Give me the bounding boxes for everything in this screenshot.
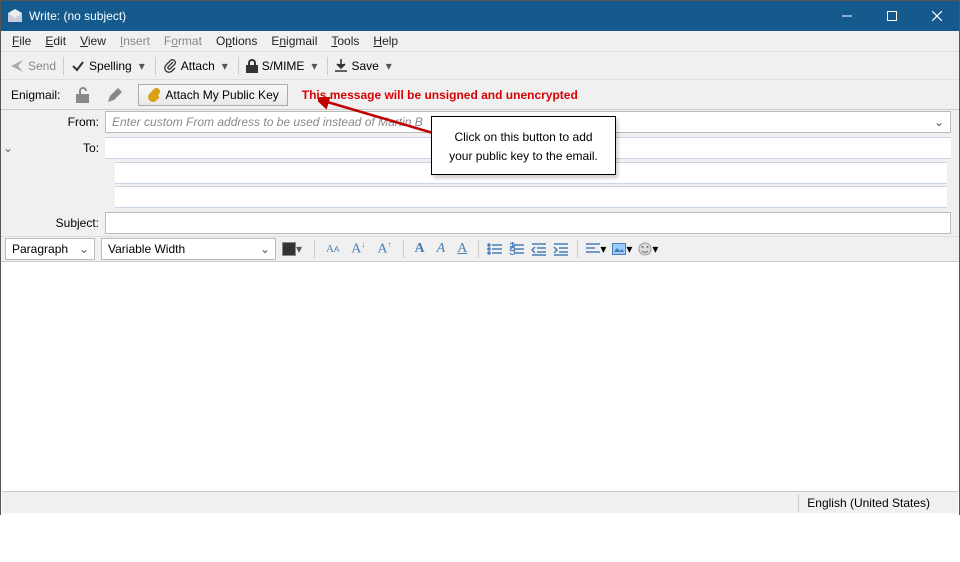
to-label[interactable]: To: bbox=[15, 141, 105, 155]
enigmail-toolbar: Enigmail: Attach My Public Key This mess… bbox=[1, 80, 959, 110]
statusbar: English (United States) bbox=[2, 491, 958, 513]
send-icon bbox=[10, 59, 24, 73]
annotation-text: Click on this button to add your public … bbox=[449, 130, 598, 163]
menu-help[interactable]: Help bbox=[366, 32, 405, 50]
save-button[interactable]: Save ▾ bbox=[330, 56, 399, 76]
format-toolbar: Paragraph ⌄ Variable Width ⌄ ▾ AA A↓ A↑ … bbox=[1, 236, 959, 262]
attach-label: Attach bbox=[181, 59, 215, 73]
attach-public-key-button[interactable]: Attach My Public Key bbox=[138, 84, 287, 106]
subject-label: Subject: bbox=[15, 216, 105, 230]
check-icon bbox=[71, 59, 85, 73]
chevron-down-icon: ⌄ bbox=[79, 242, 89, 256]
smime-label: S/MIME bbox=[262, 59, 305, 73]
indent-button[interactable] bbox=[553, 242, 569, 256]
font-size-increase-button[interactable]: A↑ bbox=[374, 238, 394, 260]
menu-enigmail[interactable]: Enigmail bbox=[264, 32, 324, 50]
key-attach-icon bbox=[147, 88, 161, 102]
annotation-arrow bbox=[318, 97, 438, 147]
attach-public-key-label: Attach My Public Key bbox=[165, 88, 278, 102]
color-swatch-icon bbox=[282, 242, 296, 256]
minimize-button[interactable] bbox=[824, 1, 869, 31]
from-dropdown-icon[interactable]: ⌄ bbox=[934, 115, 944, 129]
spelling-button[interactable]: Spelling ▾ bbox=[66, 56, 153, 76]
lock-icon bbox=[246, 59, 258, 73]
maximize-button[interactable] bbox=[869, 1, 914, 31]
spelling-label: Spelling bbox=[89, 59, 132, 73]
menubar: File Edit View Insert Format Options Eni… bbox=[1, 31, 959, 52]
enigmail-label: Enigmail: bbox=[11, 88, 60, 102]
chevron-down-icon: ▾ bbox=[626, 242, 632, 256]
menu-insert: Insert bbox=[113, 32, 157, 50]
font-family-select[interactable]: Variable Width ⌄ bbox=[101, 238, 276, 260]
expand-recipients-icon[interactable]: ⌄ bbox=[1, 141, 15, 155]
from-label: From: bbox=[15, 115, 105, 129]
paragraph-style-value: Paragraph bbox=[12, 242, 68, 256]
send-label: Send bbox=[28, 59, 56, 73]
align-button[interactable]: ▾ bbox=[586, 242, 606, 256]
toolbar: Send Spelling ▾ Attach ▾ S/MIME ▾ Save ▾ bbox=[1, 52, 959, 80]
bold-button[interactable]: A bbox=[412, 239, 428, 259]
menu-edit[interactable]: Edit bbox=[38, 32, 73, 50]
message-body[interactable] bbox=[1, 262, 959, 562]
save-dropdown[interactable]: ▾ bbox=[383, 59, 395, 73]
spelling-dropdown[interactable]: ▾ bbox=[136, 59, 148, 73]
chevron-down-icon: ▾ bbox=[600, 242, 606, 256]
font-family-value: Variable Width bbox=[108, 242, 185, 256]
language-status[interactable]: English (United States) bbox=[798, 494, 950, 512]
font-size-decrease-button[interactable]: A↓ bbox=[348, 238, 368, 260]
attach-button[interactable]: Attach ▾ bbox=[158, 56, 236, 76]
smime-dropdown[interactable]: ▾ bbox=[308, 59, 320, 73]
close-button[interactable] bbox=[914, 1, 959, 31]
menu-options[interactable]: Options bbox=[209, 32, 264, 50]
text-color-button[interactable]: ▾ bbox=[282, 242, 306, 256]
menu-tools[interactable]: Tools bbox=[324, 32, 366, 50]
unlock-icon[interactable] bbox=[74, 86, 92, 104]
insert-object-button[interactable]: ▾ bbox=[612, 242, 632, 256]
chevron-down-icon: ▾ bbox=[652, 242, 658, 256]
recipient-line-3[interactable] bbox=[115, 186, 947, 208]
subject-field[interactable] bbox=[105, 212, 951, 234]
italic-button[interactable]: A bbox=[434, 239, 449, 259]
smiley-icon bbox=[638, 242, 652, 256]
menu-file[interactable]: File bbox=[5, 32, 38, 50]
svg-text:3: 3 bbox=[509, 244, 516, 256]
download-icon bbox=[335, 59, 347, 73]
chevron-down-icon: ⌄ bbox=[260, 242, 270, 256]
send-button: Send bbox=[5, 56, 61, 76]
number-list-button[interactable]: 123 bbox=[509, 242, 525, 256]
titlebar: Write: (no subject) bbox=[1, 1, 959, 31]
pencil-icon[interactable] bbox=[106, 86, 124, 104]
emoji-button[interactable]: ▾ bbox=[638, 242, 658, 256]
font-size-reset-button[interactable]: AA bbox=[323, 241, 342, 257]
menu-view[interactable]: View bbox=[73, 32, 113, 50]
image-icon bbox=[612, 243, 626, 255]
align-left-icon bbox=[586, 243, 600, 255]
paperclip-icon bbox=[163, 59, 177, 73]
annotation-callout: Click on this button to add your public … bbox=[431, 116, 616, 175]
chevron-down-icon: ▾ bbox=[296, 242, 306, 256]
bullet-list-button[interactable] bbox=[487, 242, 503, 256]
paragraph-style-select[interactable]: Paragraph ⌄ bbox=[5, 238, 95, 260]
outdent-button[interactable] bbox=[531, 242, 547, 256]
smime-button[interactable]: S/MIME ▾ bbox=[241, 56, 326, 76]
attach-dropdown[interactable]: ▾ bbox=[219, 59, 231, 73]
underline-button[interactable]: A bbox=[454, 239, 470, 259]
window-title: Write: (no subject) bbox=[29, 9, 824, 23]
save-label: Save bbox=[351, 59, 378, 73]
menu-format: Format bbox=[157, 32, 209, 50]
app-icon bbox=[7, 8, 23, 24]
